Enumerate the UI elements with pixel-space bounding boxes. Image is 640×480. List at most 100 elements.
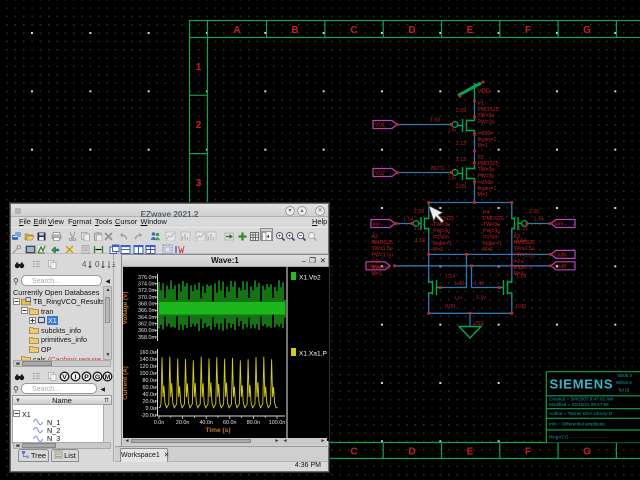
svg-text:OutN: OutN bbox=[555, 253, 567, 259]
svg-text:40.0n: 40.0n bbox=[199, 420, 213, 426]
svg-text:1.40: 1.40 bbox=[454, 281, 464, 287]
svg-text:Created = 5/4/2007 9:47:02 AM: Created = 5/4/2007 9:47:02 AM bbox=[549, 396, 613, 401]
svg-text:1.1v: 1.1v bbox=[476, 295, 486, 301]
svg-text:60.0n: 60.0n bbox=[223, 420, 237, 426]
svg-text:2.13: 2.13 bbox=[456, 157, 466, 163]
svg-text:120.0u: 120.0u bbox=[140, 364, 157, 370]
svg-text:Wilsonv: Wilsonv bbox=[616, 380, 633, 385]
svg-text:PMOS25: PMOS25 bbox=[478, 161, 499, 167]
svg-text:Author = Tanner EDA Library D: Author = Tanner EDA Library D bbox=[549, 411, 613, 416]
svg-text:2.13: 2.13 bbox=[456, 141, 466, 147]
svg-text:TW=1.5u: TW=1.5u bbox=[372, 246, 393, 252]
svg-text:2.09: 2.09 bbox=[456, 108, 466, 114]
svg-text:A3: A3 bbox=[514, 234, 520, 240]
svg-text:0.00: 0.00 bbox=[516, 304, 526, 310]
svg-text:2.00: 2.00 bbox=[529, 209, 539, 215]
svg-text:A: A bbox=[233, 25, 240, 36]
svg-text:D: D bbox=[408, 25, 415, 36]
svg-text:RingVCO - - - - - - - - - - -: RingVCO - - - - - - - - - - - - - - bbox=[549, 434, 608, 439]
svg-text:P4: P4 bbox=[483, 210, 489, 216]
svg-text:l=250n: l=250n bbox=[483, 234, 499, 240]
svg-text:2.09: 2.09 bbox=[414, 209, 424, 215]
svg-text:2.09: 2.09 bbox=[456, 184, 466, 190]
svg-text:B: B bbox=[291, 25, 298, 36]
svg-text:140.0u: 140.0u bbox=[140, 357, 157, 363]
svg-text:-20.0u: -20.0u bbox=[141, 413, 156, 419]
svg-text:TW=3u: TW=3u bbox=[478, 167, 495, 173]
svg-text:1.40: 1.40 bbox=[474, 281, 484, 287]
svg-text:0.00: 0.00 bbox=[445, 304, 455, 310]
svg-text:366.0m: 366.0m bbox=[138, 308, 156, 314]
svg-text:Time (s): Time (s) bbox=[205, 427, 230, 434]
svg-text:Inp: Inp bbox=[373, 222, 380, 228]
svg-text:P2: P2 bbox=[478, 155, 484, 161]
svg-text:TW=3u: TW=3u bbox=[483, 222, 500, 228]
svg-text:2: 2 bbox=[196, 120, 202, 131]
svg-text:4: 4 bbox=[82, 260, 87, 269]
svg-text:8005 S: 8005 S bbox=[618, 373, 633, 378]
svg-text:PW=1.5u: PW=1.5u bbox=[514, 252, 536, 258]
svg-text:370.0m: 370.0m bbox=[138, 295, 156, 301]
svg-text:finger=1: finger=1 bbox=[433, 241, 452, 247]
svg-text:V: V bbox=[62, 374, 67, 381]
svg-text:PMOS25: PMOS25 bbox=[478, 107, 499, 113]
svg-text:1.5v: 1.5v bbox=[448, 128, 457, 133]
svg-text:1.1v: 1.1v bbox=[414, 226, 423, 231]
svg-text:I: I bbox=[75, 374, 77, 381]
svg-text:364.0m: 364.0m bbox=[138, 315, 156, 321]
svg-text:Modified = 03/15/21 09:47:55: Modified = 03/15/21 09:47:55 bbox=[549, 402, 609, 407]
svg-text:PW=1.5u: PW=1.5u bbox=[372, 252, 394, 258]
svg-text:A2: A2 bbox=[372, 234, 378, 240]
svg-text:374.0m: 374.0m bbox=[138, 282, 156, 288]
svg-text:G: G bbox=[94, 374, 99, 381]
svg-text:M: M bbox=[104, 374, 110, 381]
svg-text:376.0m: 376.0m bbox=[138, 275, 156, 281]
svg-text:M=1: M=1 bbox=[433, 247, 443, 253]
svg-text:1.53: 1.53 bbox=[430, 118, 440, 124]
svg-text:finger=1: finger=1 bbox=[483, 241, 502, 247]
svg-text:TW=3u: TW=3u bbox=[478, 113, 495, 119]
svg-text:Inm: Inm bbox=[555, 222, 563, 228]
svg-text:C: C bbox=[350, 447, 357, 458]
svg-text:PW=3u: PW=3u bbox=[483, 228, 500, 234]
svg-text:Info = Differential amplitude: Info = Differential amplitude bbox=[549, 422, 605, 427]
svg-text:1.14: 1.14 bbox=[403, 217, 413, 223]
svg-text:finger=1: finger=1 bbox=[478, 186, 497, 192]
svg-text:finger=1: finger=1 bbox=[514, 265, 533, 271]
svg-text:X1.Vb2: X1.Vb2 bbox=[299, 275, 321, 282]
svg-text:F: F bbox=[525, 25, 531, 36]
svg-text:80.0n: 80.0n bbox=[247, 420, 261, 426]
svg-text:l=250n: l=250n bbox=[478, 131, 494, 137]
svg-text:0: 0 bbox=[95, 260, 100, 269]
svg-text:VDD: VDD bbox=[478, 89, 491, 95]
svg-text:G: G bbox=[583, 25, 591, 36]
svg-text:Voltage (V): Voltage (V) bbox=[123, 292, 129, 325]
svg-text:PMOS25: PMOS25 bbox=[483, 216, 504, 222]
svg-text:Tel (5: Tel (5 bbox=[618, 388, 630, 393]
svg-text:X1.Xa1.P: X1.Xa1.P bbox=[299, 351, 327, 358]
svg-text:l=250n: l=250n bbox=[478, 180, 494, 186]
svg-text:VD1: VD1 bbox=[375, 123, 385, 129]
svg-text:M=1: M=1 bbox=[478, 143, 488, 149]
svg-text:SIEMENS: SIEMENS bbox=[550, 377, 613, 392]
svg-text:867.0: 867.0 bbox=[431, 166, 444, 172]
svg-text:358.0m: 358.0m bbox=[138, 335, 156, 341]
svg-text:TW=1.5u: TW=1.5u bbox=[514, 246, 535, 252]
svg-text:160.0u: 160.0u bbox=[140, 350, 157, 356]
svg-text:VD2: VD2 bbox=[375, 171, 385, 177]
svg-text:E: E bbox=[467, 447, 474, 458]
svg-text:80.0u: 80.0u bbox=[143, 378, 157, 384]
svg-text:100.0u: 100.0u bbox=[140, 371, 157, 377]
svg-text:M=1: M=1 bbox=[483, 247, 493, 253]
svg-text:0.0n: 0.0n bbox=[154, 420, 165, 426]
svg-text:E: E bbox=[467, 25, 474, 36]
svg-text:1.1v: 1.1v bbox=[518, 226, 528, 232]
svg-text:l=2u: l=2u bbox=[514, 259, 524, 265]
svg-text:finger=1: finger=1 bbox=[478, 137, 497, 143]
svg-text:D: D bbox=[408, 447, 415, 458]
svg-text:P: P bbox=[84, 374, 89, 381]
svg-text:362.0m: 362.0m bbox=[138, 322, 156, 328]
svg-text:1.5v: 1.5v bbox=[448, 176, 457, 181]
svg-text:60.0u: 60.0u bbox=[143, 385, 157, 391]
svg-text:F: F bbox=[525, 447, 531, 458]
